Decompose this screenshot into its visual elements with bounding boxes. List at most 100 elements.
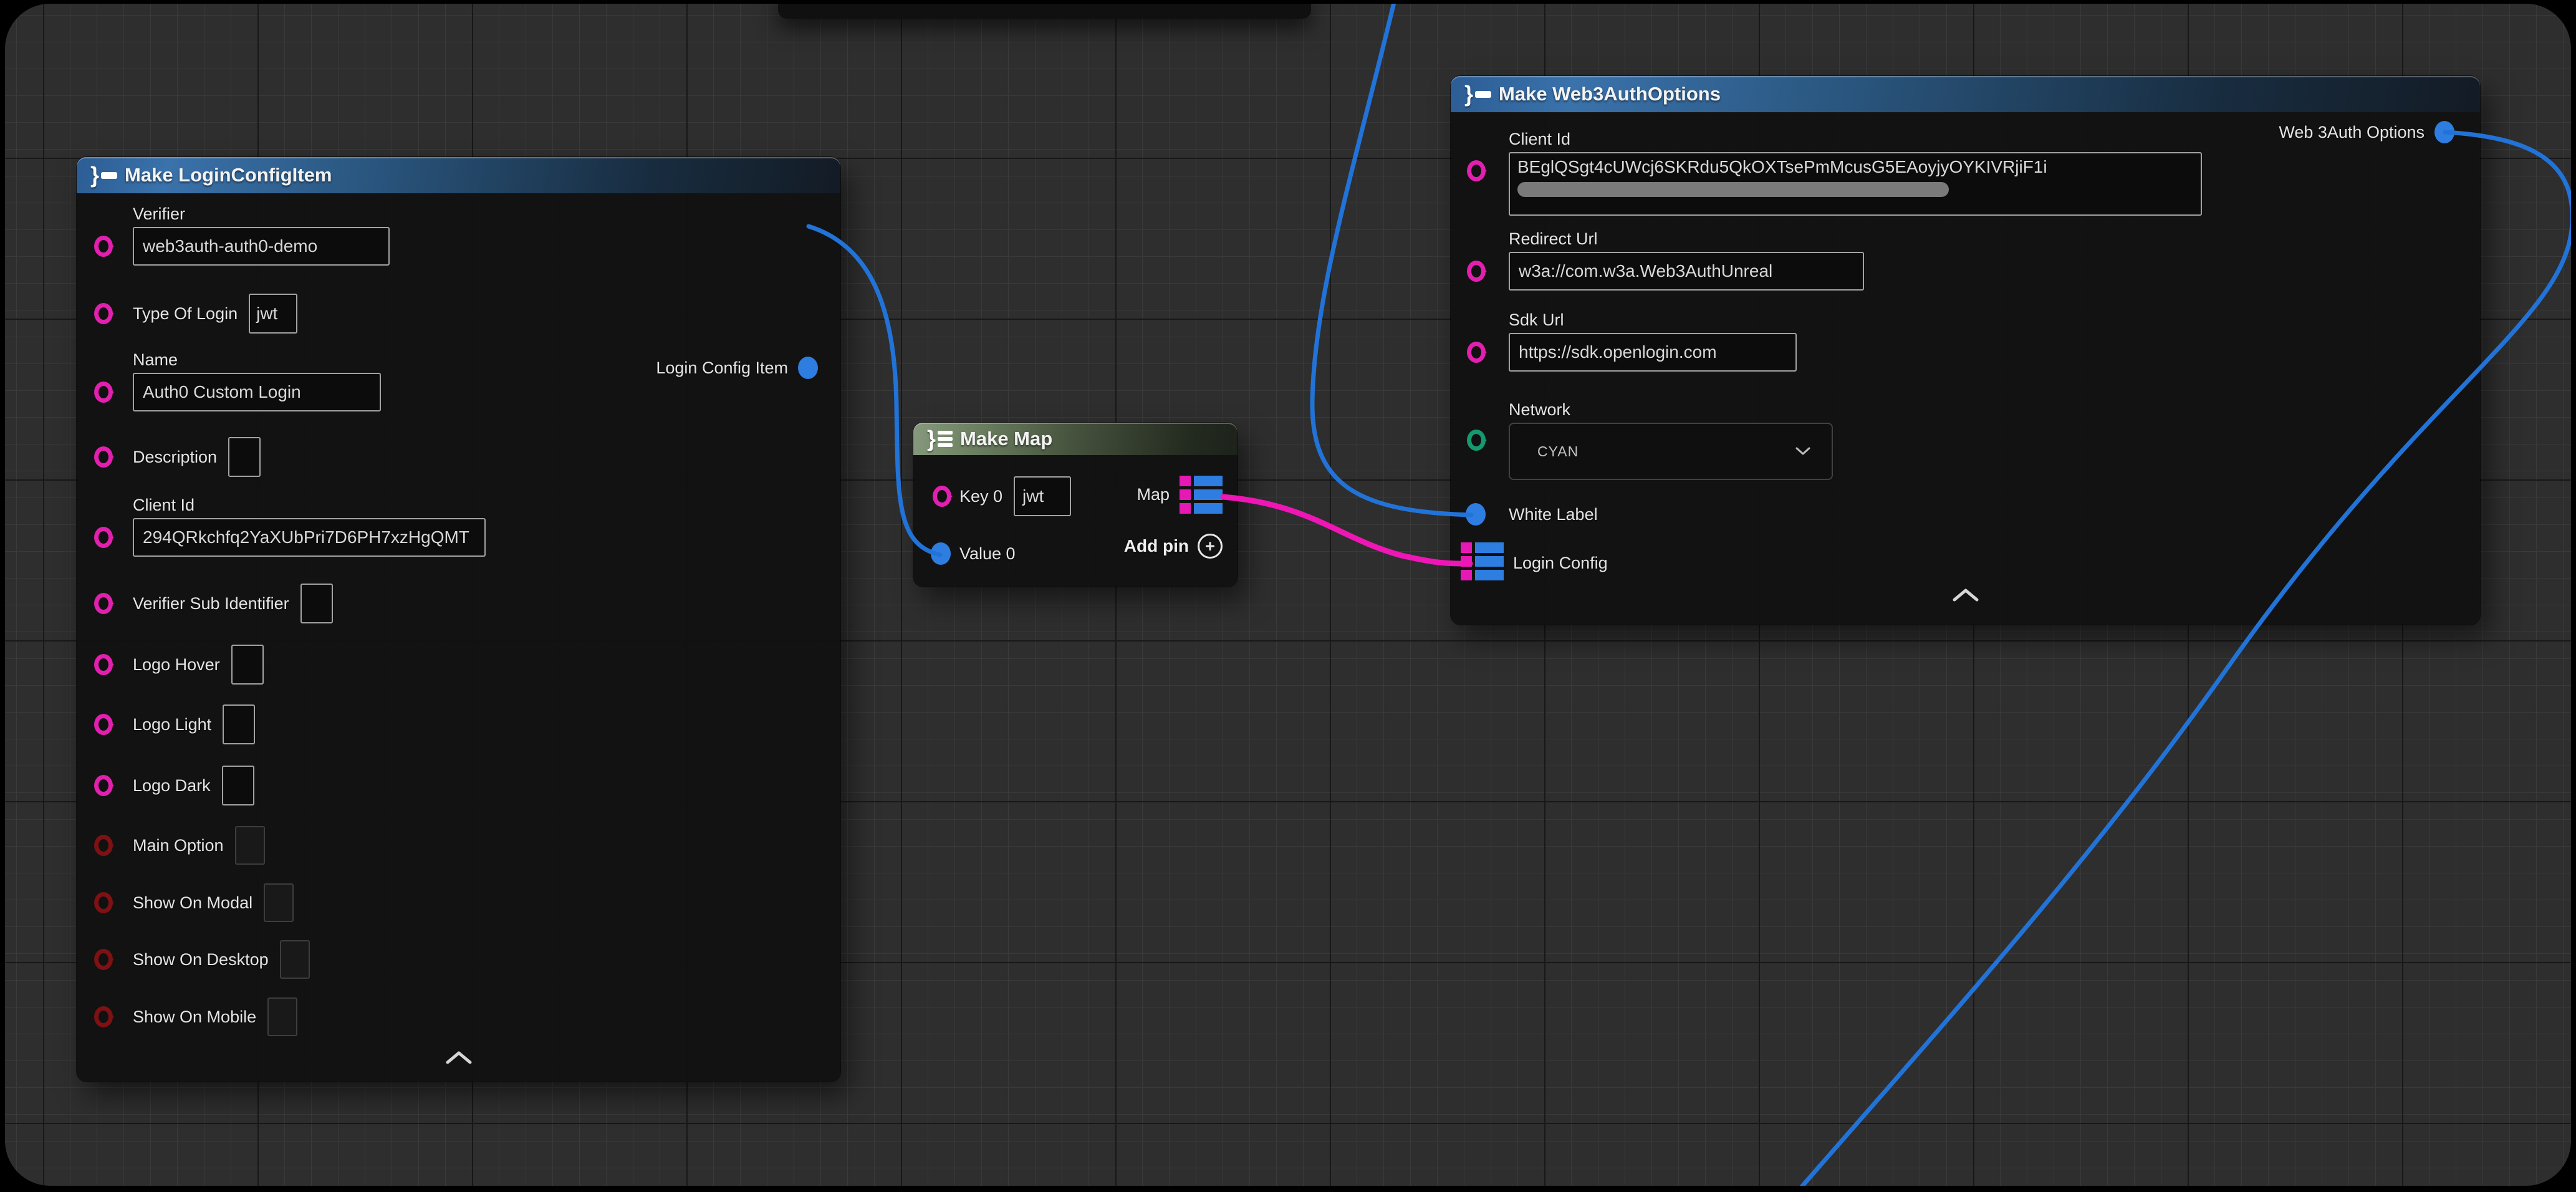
input-pin-network[interactable] — [1467, 430, 1486, 451]
pin-row-login-config: Login Config — [1513, 541, 2480, 585]
pin-row-logo-light: Logo Light — [133, 702, 840, 747]
input-pin-description[interactable] — [94, 446, 113, 468]
pin-label-verifier: Verifier — [133, 204, 840, 224]
pin-label-client-id: Client Id — [133, 496, 840, 515]
pin-row-redirect-url: Redirect Url w3a://com.w3a.Web3AuthUnrea… — [1509, 229, 2480, 291]
sdk-url-field[interactable]: https://sdk.openlogin.com — [1509, 333, 1797, 372]
chevron-down-icon — [1795, 447, 1810, 456]
node-make-loginconfigitem: } Make LoginConfigItem Login Config Item… — [77, 157, 840, 1082]
pin-row-client-id: Client Id BEglQSgt4cUWcj6SKRdu5QkOXTsePm… — [1509, 130, 2480, 216]
add-pin-plus-icon: + — [1198, 534, 1223, 559]
pin-label-white-label: White Label — [1509, 505, 1598, 524]
pin-row-logo-hover: Logo Hover — [133, 642, 840, 687]
node-title: Make LoginConfigItem — [125, 164, 332, 186]
input-pin-sdk-url[interactable] — [1467, 342, 1486, 363]
make-struct-icon: } — [90, 164, 117, 186]
pin-label-login-config: Login Config — [1513, 554, 1608, 573]
collapse-node-button[interactable] — [445, 1050, 473, 1065]
pin-label-show-on-modal: Show On Modal — [133, 893, 252, 913]
pin-row-name: Name Auth0 Custom Login — [133, 350, 840, 411]
logo-dark-field[interactable] — [222, 766, 254, 805]
pin-label-value-0: Value 0 — [959, 544, 1016, 564]
offscreen-node-bottom-edge[interactable] — [778, 4, 1311, 19]
pin-label-show-on-mobile: Show On Mobile — [133, 1007, 256, 1027]
client-id-field[interactable]: BEglQSgt4cUWcj6SKRdu5QkOXTsePmMcusG5EAoy… — [1509, 152, 2202, 216]
pin-row-show-on-modal: Show On Modal — [133, 880, 840, 925]
input-pin-logo-hover[interactable] — [94, 654, 113, 675]
pin-row-verifier-sub-identifier: Verifier Sub Identifier — [133, 581, 840, 626]
input-pin-show-on-modal[interactable] — [94, 892, 113, 913]
show-on-desktop-checkbox[interactable] — [280, 940, 310, 979]
wire-offscreen-to-white-label[interactable] — [1312, 4, 1471, 515]
node-header-make-web3authoptions[interactable]: } Make Web3AuthOptions — [1451, 76, 2480, 112]
verifier-field[interactable]: web3auth-auth0-demo — [133, 227, 390, 266]
horizontal-scrollbar[interactable] — [1517, 182, 1949, 197]
type-of-login-field[interactable]: jwt — [249, 294, 297, 334]
network-selected-value: CYAN — [1537, 443, 1579, 460]
pin-row-sdk-url: Sdk Url https://sdk.openlogin.com — [1509, 310, 2480, 372]
output-pin-map[interactable] — [1180, 476, 1223, 514]
pin-label-verifier-sub-identifier: Verifier Sub Identifier — [133, 594, 289, 613]
input-pin-show-on-mobile[interactable] — [94, 1006, 113, 1027]
output-row-map: Map — [1137, 476, 1223, 514]
pin-label-show-on-desktop: Show On Desktop — [133, 950, 269, 969]
pin-label-type-of-login: Type Of Login — [133, 304, 238, 324]
blueprint-graph-canvas[interactable]: } Make LoginConfigItem Login Config Item… — [5, 4, 2571, 1186]
pin-row-show-on-desktop: Show On Desktop — [133, 937, 840, 982]
node-title: Make Map — [960, 428, 1052, 450]
pin-row-verifier: Verifier web3auth-auth0-demo — [133, 204, 840, 266]
pin-row-network: Network CYAN — [1509, 400, 2480, 480]
logo-light-field[interactable] — [223, 704, 255, 744]
make-map-icon: } — [927, 428, 953, 450]
pin-row-show-on-mobile: Show On Mobile — [133, 994, 840, 1039]
pin-label-description: Description — [133, 448, 217, 467]
client-id-field[interactable]: 294QRkchfq2YaXUbPri7D6PH7xzHgQMT — [133, 518, 486, 557]
pin-label-logo-light: Logo Light — [133, 715, 211, 734]
pin-row-main-option: Main Option — [133, 823, 840, 868]
pin-row-description: Description — [133, 435, 840, 479]
input-pin-main-option[interactable] — [94, 835, 113, 856]
redirect-url-field[interactable]: w3a://com.w3a.Web3AuthUnreal — [1509, 252, 1864, 291]
pin-row-type-of-login: Type Of Login jwt — [133, 291, 840, 336]
show-on-modal-checkbox[interactable] — [264, 883, 294, 922]
network-dropdown[interactable]: CYAN — [1509, 423, 1833, 480]
description-field[interactable] — [228, 437, 261, 477]
node-header-make-map[interactable]: } Make Map — [913, 423, 1238, 455]
input-pin-name[interactable] — [94, 382, 113, 403]
pin-label-logo-dark: Logo Dark — [133, 776, 211, 795]
node-title: Make Web3AuthOptions — [1499, 83, 1721, 105]
logo-hover-field[interactable] — [231, 645, 264, 685]
pin-row-logo-dark: Logo Dark — [133, 763, 840, 808]
verifier-sub-identifier-field[interactable] — [300, 584, 333, 623]
pin-label-logo-hover: Logo Hover — [133, 655, 220, 675]
input-pin-client-id[interactable] — [94, 527, 113, 548]
pin-label-redirect-url: Redirect Url — [1509, 229, 2480, 249]
input-pin-redirect-url[interactable] — [1467, 261, 1486, 282]
input-pin-client-id[interactable] — [1467, 160, 1486, 181]
pin-row-client-id: Client Id 294QRkchfq2YaXUbPri7D6PH7xzHgQ… — [133, 496, 840, 557]
input-pin-logo-dark[interactable] — [94, 775, 113, 796]
output-label-map: Map — [1137, 485, 1170, 504]
input-pin-verifier-sub-identifier[interactable] — [94, 593, 113, 614]
pin-label-client-id: Client Id — [1509, 130, 2480, 149]
pin-label-main-option: Main Option — [133, 836, 224, 855]
pin-label-name: Name — [133, 350, 840, 370]
pin-label-sdk-url: Sdk Url — [1509, 310, 2480, 330]
make-struct-icon: } — [1464, 83, 1491, 105]
add-pin-label: Add pin — [1124, 536, 1189, 556]
name-field[interactable]: Auth0 Custom Login — [133, 373, 381, 411]
wire-map-to-login-config[interactable] — [1223, 497, 1470, 564]
show-on-mobile-checkbox[interactable] — [267, 997, 297, 1036]
input-pin-logo-light[interactable] — [94, 714, 113, 735]
pin-label-key-0: Key 0 — [959, 487, 1002, 506]
input-pin-type-of-login[interactable] — [94, 303, 113, 324]
node-make-map: } Make Map Key 0 jwt Map Value 0 Add pin… — [913, 423, 1238, 587]
input-pin-verifier[interactable] — [94, 236, 113, 257]
key-0-field[interactable]: jwt — [1014, 476, 1071, 516]
main-option-checkbox[interactable] — [235, 826, 265, 865]
collapse-node-button[interactable] — [1952, 587, 1979, 602]
input-pin-key-0[interactable] — [933, 486, 951, 507]
input-pin-show-on-desktop[interactable] — [94, 949, 113, 970]
node-header-make-loginconfigitem[interactable]: } Make LoginConfigItem — [77, 157, 840, 193]
add-pin-button[interactable]: Add pin + — [1124, 534, 1223, 559]
